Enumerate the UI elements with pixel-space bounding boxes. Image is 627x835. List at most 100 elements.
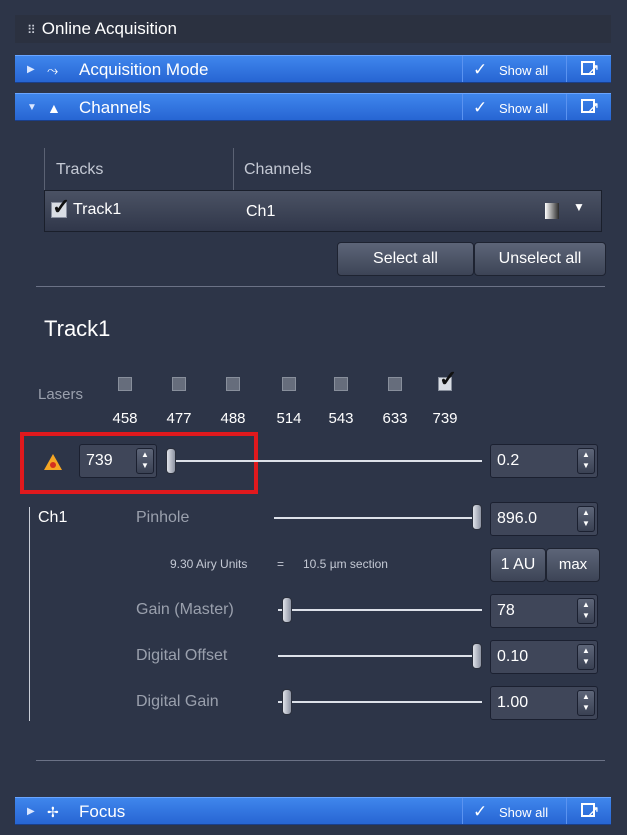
laser-wavelength-label: 488 [220,410,246,427]
panel-title-bar: ⠿ Online Acquisition [15,15,611,43]
slider-thumb[interactable] [282,689,292,715]
pinhole-spinner[interactable]: 896.0 ▲ ▼ [490,502,598,536]
digital-offset-spinner[interactable]: 0.10 ▲ ▼ [490,640,598,674]
spin-arrows-icon[interactable]: ▲ ▼ [577,644,595,670]
spin-arrows-icon[interactable]: ▲ ▼ [577,690,595,716]
section-thickness-text: 10.5 µm section [303,557,388,571]
divider [36,286,605,287]
show-all-label: Show all [499,101,549,116]
laser-power-slider[interactable] [174,460,482,462]
laser-wavelength-spinner[interactable]: 739 ▲ ▼ [79,444,157,478]
laser-checkbox-514[interactable] [282,377,296,391]
section-focus[interactable]: ▶ ✢ Focus ✓ Show all ↗ [15,797,611,825]
digital-gain-spinner[interactable]: 1.00 ▲ ▼ [490,686,598,720]
popout-button[interactable]: ↗ [566,94,611,120]
collapse-triangle-icon[interactable]: ▼ [27,94,37,122]
laser-wavelength-label: 458 [112,410,138,427]
airy-units-text: 9.30 Airy Units [170,557,248,571]
channel-label: Ch1 [38,509,68,526]
channel-name: Ch1 [246,203,276,220]
divider [36,760,605,761]
table-row[interactable]: ✓ Track1 Ch1 ▼ [44,190,602,232]
laser-power-spinner[interactable]: 0.2 ▲ ▼ [490,444,598,478]
laser-checkbox-458[interactable] [118,377,132,391]
laser-checkbox-543[interactable] [334,377,348,391]
laser-wavelength-value: 739 [86,452,113,469]
warning-dot [50,462,56,468]
slider-thumb[interactable] [472,643,482,669]
track-checkbox[interactable]: ✓ [51,196,70,218]
checkmark-icon: ✓ [52,194,71,219]
laser-checkbox-633[interactable] [388,377,402,391]
header-channels: Channels [244,161,312,178]
show-all-toggle[interactable]: ✓ Show all [462,798,555,824]
section-channels[interactable]: ▼ ▲ Channels ✓ Show all ↗ [15,93,611,121]
unselect-all-button[interactable]: Unselect all [474,242,606,276]
grip-icon: ⠿ [27,23,36,37]
section-label: Focus [79,802,126,821]
laser-wavelength-label: 739 [432,410,458,427]
gain-master-slider[interactable] [278,609,482,611]
show-all-toggle[interactable]: ✓ Show all [462,56,555,82]
spin-arrows-icon[interactable]: ▲ ▼ [577,506,595,532]
slider-thumb[interactable] [472,504,482,530]
arrow-out-icon: ↗ [587,61,600,78]
track-name: Track1 [73,201,122,218]
slider-thumb[interactable] [282,597,292,623]
focus-icon: ✢ [47,804,59,820]
digital-gain-label: Digital Gain [136,693,219,710]
equals-sign: = [277,557,285,571]
section-acquisition-mode[interactable]: ▶ ⤳ Acquisition Mode ✓ Show all ↗ [15,55,611,83]
show-all-label: Show all [499,63,549,78]
tracks-table-header: Tracks Channels [44,148,602,186]
checkmark-icon: ✓ [473,98,488,117]
channel-tree-line [29,507,30,721]
gain-master-label: Gain (Master) [136,601,234,618]
digital-offset-slider[interactable] [278,655,482,657]
show-all-toggle[interactable]: ✓ Show all [462,94,555,120]
pinhole-max-button[interactable]: max [546,548,600,582]
track-title: Track1 [44,316,111,341]
arrow-out-icon: ↗ [587,99,600,116]
pinhole-label: Pinhole [136,509,190,526]
slider-thumb[interactable] [166,448,176,474]
digital-gain-slider[interactable] [278,701,482,703]
color-lut-icon[interactable] [545,203,559,219]
popout-button[interactable]: ↗ [566,56,611,82]
expand-triangle-icon[interactable]: ▶ [27,798,35,826]
lasers-label: Lasers [38,386,84,403]
select-all-button[interactable]: Select all [337,242,474,276]
laser-power-value: 0.2 [497,452,520,469]
checkmark-icon: ✓ [439,366,458,391]
laser-checkbox-477[interactable] [172,377,186,391]
popout-button[interactable]: ↗ [566,798,611,824]
checkmark-icon: ✓ [473,802,488,821]
show-all-label: Show all [499,805,549,820]
digital-gain-value: 1.00 [497,694,529,711]
expand-triangle-icon[interactable]: ▶ [27,56,35,84]
spin-arrows-icon[interactable]: ▲ ▼ [136,448,154,474]
digital-offset-label: Digital Offset [136,647,228,664]
online-acquisition-panel: ⠿ Online Acquisition ▶ ⤳ Acquisition Mode… [0,0,627,835]
laser-wavelength-label: 477 [166,410,192,427]
gain-master-spinner[interactable]: 78 ▲ ▼ [490,594,598,628]
header-tracks: Tracks [56,161,104,178]
arrow-out-icon: ↗ [587,803,600,820]
gain-master-value: 78 [497,602,515,619]
checkmark-icon: ✓ [473,60,488,79]
digital-offset-value: 0.10 [497,648,529,665]
channels-icon: ▲ [47,100,61,116]
spin-arrows-icon[interactable]: ▲ ▼ [577,448,595,474]
laser-wavelength-label: 514 [276,410,302,427]
spin-arrows-icon[interactable]: ▲ ▼ [577,598,595,624]
section-label: Acquisition Mode [79,60,209,79]
pinhole-value: 896.0 [497,510,538,527]
laser-wavelength-label: 543 [328,410,354,427]
laser-checkbox-488[interactable] [226,377,240,391]
pinhole-slider[interactable] [274,517,482,519]
chevron-down-icon[interactable]: ▼ [573,200,585,214]
section-label: Channels [79,98,151,117]
pinhole-1au-button[interactable]: 1 AU [490,548,546,582]
laser-checkbox-739[interactable]: ✓ [438,366,457,391]
panel-title: Online Acquisition [41,19,177,38]
